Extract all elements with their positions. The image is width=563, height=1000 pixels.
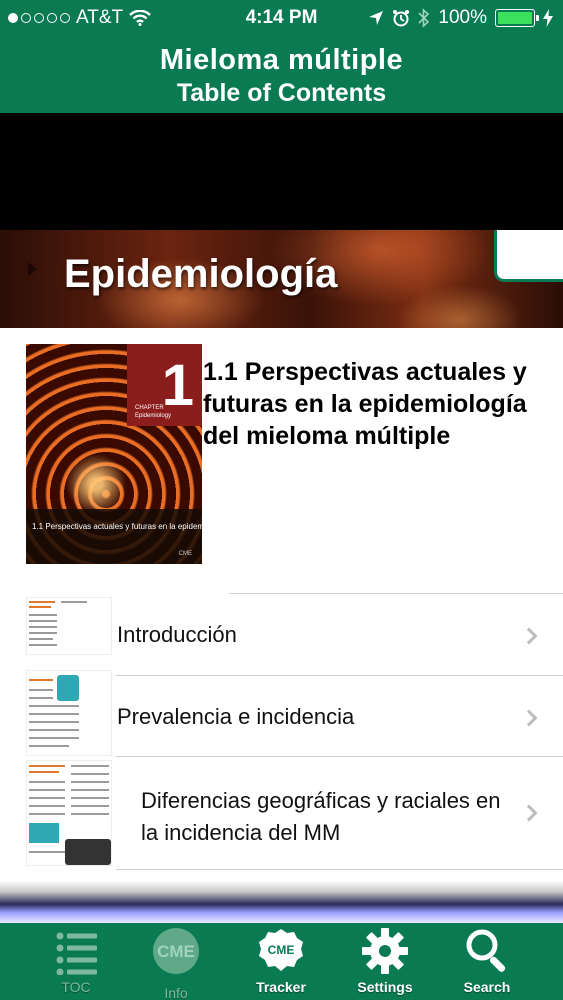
section-banner[interactable]: Epidemiología bbox=[0, 230, 563, 328]
cover-logo: CME bbox=[178, 551, 192, 557]
list-divider bbox=[229, 593, 563, 594]
status-bar: AT&T 4:14 PM 100% bbox=[0, 0, 563, 36]
chapter-cover-thumbnail[interactable]: 1 CHAPTER Epidemiology 1.1 Perspectivas … bbox=[26, 344, 202, 564]
top-bar: AT&T 4:14 PM 100% Mieloma múltiple Table… bbox=[0, 0, 563, 113]
section-title: Epidemiología bbox=[64, 252, 338, 296]
list-item[interactable]: Prevalencia e incidencia bbox=[0, 676, 563, 757]
chapter-cover-footer: 1.1 Perspectivas actuales y futuras en l… bbox=[26, 509, 202, 564]
tab-info[interactable]: CME Info bbox=[124, 923, 228, 1000]
list-item[interactable]: Diferencias geográficas y raciales en la… bbox=[0, 757, 563, 870]
tab-label: Info bbox=[164, 985, 188, 1000]
chapter-badge-label: CHAPTER Epidemiology bbox=[135, 405, 172, 419]
battery-percent: 100% bbox=[438, 7, 487, 28]
location-icon bbox=[369, 11, 384, 25]
alarm-icon bbox=[393, 10, 410, 27]
tab-label: TOC bbox=[61, 979, 91, 995]
tab-label: Search bbox=[463, 979, 511, 995]
tab-label: Settings bbox=[357, 979, 413, 995]
page-subtitle: Table of Contents bbox=[176, 79, 387, 107]
cme-info-icon: CME bbox=[153, 928, 199, 974]
banner-tab[interactable] bbox=[494, 230, 563, 282]
tab-label: Tracker bbox=[256, 979, 306, 995]
list-item-label: Diferencias geográficas y raciales en la… bbox=[141, 788, 501, 845]
chapter-title[interactable]: 1.1 Perspectivas actuales y futuras en l… bbox=[203, 356, 543, 452]
svg-text:CME: CME bbox=[268, 943, 295, 957]
chapter-badge: 1 CHAPTER Epidemiology bbox=[127, 344, 202, 426]
chevron-right-icon bbox=[520, 627, 538, 645]
tab-search[interactable]: Search bbox=[435, 923, 539, 1000]
chevron-right-icon bbox=[520, 709, 538, 727]
collapse-arrow-icon[interactable] bbox=[28, 262, 37, 276]
tab-toc[interactable]: TOC bbox=[24, 923, 128, 1000]
tab-settings[interactable]: Settings bbox=[333, 923, 437, 1000]
tab-bar: TOC CME Info CME Tracker Settings Search bbox=[0, 923, 563, 1000]
app-title: Mieloma múltiple bbox=[159, 44, 404, 76]
cme-tracker-icon: CME bbox=[259, 929, 303, 971]
list-divider bbox=[116, 869, 563, 870]
gear-icon bbox=[362, 928, 408, 974]
bluetooth-icon bbox=[418, 8, 430, 28]
list-icon bbox=[56, 932, 97, 975]
svg-text:CME: CME bbox=[157, 942, 195, 961]
tab-tracker[interactable]: CME Tracker bbox=[229, 923, 333, 1000]
list-item-label: Prevalencia e incidencia bbox=[117, 704, 355, 729]
scroll-edge bbox=[0, 881, 563, 923]
list-item-label: Introducción bbox=[117, 622, 237, 647]
list-item[interactable]: Introducción bbox=[0, 596, 563, 676]
media-band bbox=[0, 113, 563, 230]
battery-icon bbox=[495, 9, 539, 27]
charging-icon bbox=[543, 9, 553, 27]
chevron-right-icon bbox=[520, 804, 538, 822]
search-icon bbox=[466, 929, 506, 972]
chapter-cover-caption: 1.1 Perspectivas actuales y futuras en l… bbox=[32, 522, 202, 531]
